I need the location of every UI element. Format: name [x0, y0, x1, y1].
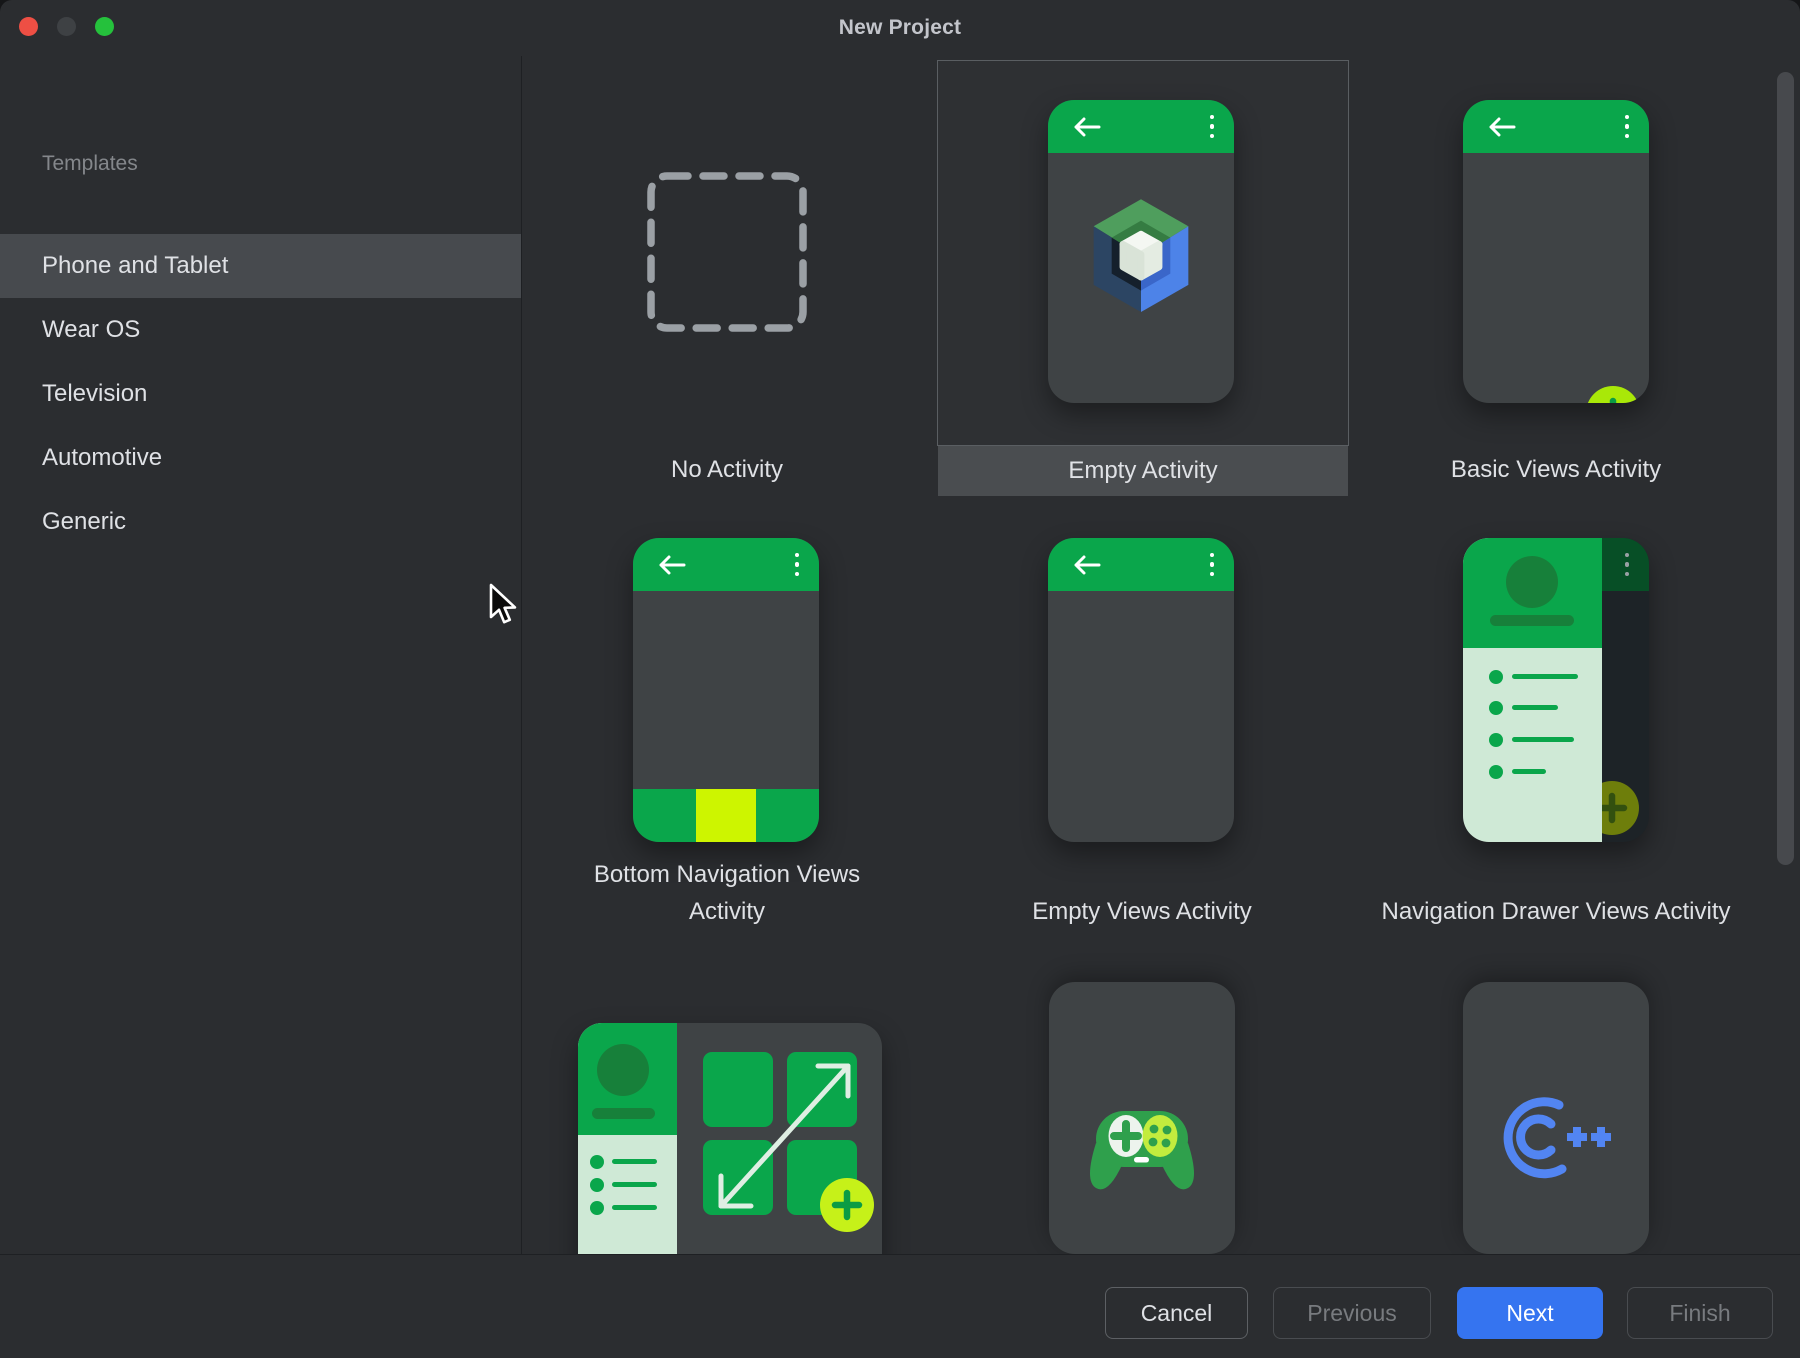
vertical-scrollbar[interactable]	[1777, 72, 1794, 865]
phone-header	[1463, 100, 1649, 153]
window-title: New Project	[0, 0, 1800, 56]
empty-views-thumbnail	[1048, 538, 1234, 842]
previous-button[interactable]: Previous	[1273, 1287, 1431, 1339]
cancel-button[interactable]: Cancel	[1105, 1287, 1248, 1339]
template-card-game-activity[interactable]	[1049, 982, 1235, 1254]
back-arrow-icon	[1487, 116, 1517, 138]
template-label-no-activity: No Activity	[547, 456, 907, 484]
back-arrow-icon	[657, 554, 687, 576]
kebab-menu-icon	[795, 553, 800, 577]
sidebar-item-phone-and-tablet[interactable]: Phone and Tablet	[0, 234, 521, 298]
templates-sidebar: Templates Phone and Tablet Wear OS Telev…	[0, 56, 522, 1254]
empty-activity-thumbnail	[1048, 100, 1234, 403]
nav-drawer-panel	[1463, 538, 1602, 842]
template-label-empty-activity: Empty Activity	[938, 446, 1348, 496]
tablet-drawer-header	[578, 1023, 677, 1135]
template-card-responsive-views-activity[interactable]	[578, 1023, 882, 1254]
template-label-basic-views-activity: Basic Views Activity	[1376, 456, 1736, 484]
mouse-cursor	[487, 583, 521, 627]
sidebar-item-automotive[interactable]: Automotive	[0, 426, 521, 490]
cpp-logo-icon	[1501, 1097, 1613, 1185]
titlebar: New Project	[0, 0, 1800, 56]
sidebar-item-television[interactable]: Television	[0, 362, 521, 426]
gamepad-icon	[1082, 1103, 1202, 1195]
navigation-drawer-thumbnail	[1463, 538, 1649, 842]
template-label-empty-views: Empty Views Activity	[962, 852, 1322, 930]
phone-header	[1048, 538, 1234, 591]
templates-header: Templates	[42, 152, 138, 176]
finish-button[interactable]: Finish	[1627, 1287, 1773, 1339]
bottom-nav-bar	[633, 789, 819, 842]
template-card-native-cpp[interactable]	[1463, 982, 1649, 1254]
template-label-navigation-drawer: Navigation Drawer Views Activity	[1346, 852, 1766, 930]
fab-add-icon	[1586, 386, 1640, 403]
fab-add-icon	[820, 1178, 874, 1232]
sidebar-item-generic[interactable]: Generic	[0, 490, 521, 554]
template-label-bottom-navigation: Bottom Navigation Views Activity	[577, 852, 877, 930]
avatar-icon	[597, 1044, 649, 1096]
back-arrow-icon	[1072, 116, 1102, 138]
drawer-header	[1463, 538, 1602, 648]
kebab-menu-icon	[1210, 553, 1215, 577]
basic-views-thumbnail	[1463, 100, 1649, 403]
sidebar-item-wear-os[interactable]: Wear OS	[0, 298, 521, 362]
kebab-menu-icon	[1625, 553, 1630, 577]
template-category-list: Phone and Tablet Wear OS Television Auto…	[0, 234, 521, 554]
compose-logo-icon	[1083, 197, 1199, 321]
bottom-navigation-thumbnail	[633, 538, 819, 842]
new-project-window: New Project Templates Phone and Tablet W…	[0, 0, 1800, 1358]
phone-header	[1048, 100, 1234, 153]
phone-header	[633, 538, 819, 591]
template-gallery: No Activity	[521, 56, 1800, 1254]
wizard-footer: Cancel Previous Next Finish	[0, 1254, 1800, 1358]
back-arrow-icon	[1072, 554, 1102, 576]
bottom-nav-selected-segment	[696, 789, 756, 842]
next-button[interactable]: Next	[1457, 1287, 1603, 1339]
avatar-icon	[1506, 556, 1558, 608]
kebab-menu-icon	[1210, 115, 1215, 139]
name-placeholder-bar	[592, 1108, 655, 1119]
dashed-frame-icon	[644, 169, 811, 336]
tablet-drawer-panel	[578, 1023, 677, 1254]
name-placeholder-bar	[1490, 615, 1574, 626]
kebab-menu-icon	[1625, 115, 1630, 139]
